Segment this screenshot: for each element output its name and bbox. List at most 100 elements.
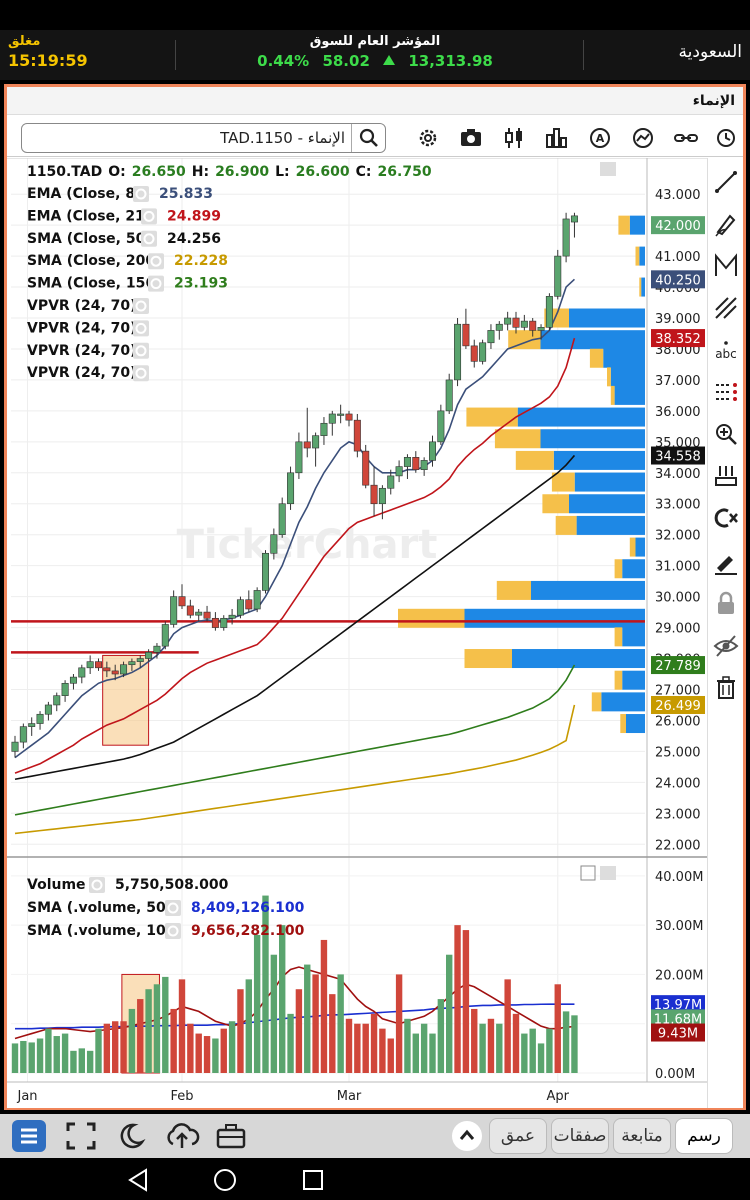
vpvr-bar-down [614,670,623,690]
home-icon[interactable] [214,1169,236,1191]
candle-body [345,413,353,421]
volume-bar [187,1023,194,1073]
candle-body [69,676,77,684]
zoom-button[interactable] [712,420,740,448]
volume-bar [546,1028,553,1073]
volume-bar [237,989,244,1073]
compare-button[interactable] [673,125,699,151]
vpvr-bar-up [614,385,645,405]
price-badge-text: 40.250 [655,273,701,288]
pattern-tool-button[interactable] [712,252,740,280]
up-arrow-icon [383,55,396,65]
pen-tool-button[interactable] [712,210,740,238]
cloud-button[interactable] [164,1120,200,1152]
fullscreen-icon [66,1122,96,1150]
screenshot-button[interactable] [458,125,484,151]
volume-bar [512,1013,520,1073]
edit-button[interactable] [712,548,740,576]
vpvr-bar-down [629,537,636,557]
night-mode-button[interactable] [114,1120,148,1152]
menu-button[interactable] [12,1120,46,1152]
measure-button[interactable] [712,462,740,490]
vpvr-bar-up [603,348,645,368]
volume-bar [86,1050,94,1073]
y-tick-label: 43.000 [655,188,701,203]
c-close-icon [714,508,738,528]
briefcase-icon [216,1124,246,1149]
volume-bar [370,1013,378,1073]
vpvr-bar-down [635,246,640,266]
tab-trades[interactable]: صفقات [551,1118,609,1154]
app-root: مغلق 15:19:59 المؤشر العام للسوق 0.44% 5… [0,0,750,1200]
index-block[interactable]: المؤشر العام للسوق 0.44% 58.02 13,313.98 [190,34,560,70]
search-button[interactable] [351,124,385,152]
time-button[interactable] [713,125,739,151]
volume-bar [345,1018,353,1073]
back-icon[interactable] [128,1168,147,1192]
line-tool-button[interactable] [712,168,740,196]
delete-button[interactable] [712,674,740,702]
settings-button[interactable] [415,125,441,151]
price-chart[interactable]: TickerChart 43.00042.00041.00040.00039.0… [7,157,707,1108]
candle-body [36,713,44,724]
x-tick-label: Jan [17,1089,38,1104]
price-badge-text: 34.558 [655,450,701,465]
lock-button[interactable] [712,590,740,618]
search-icon [359,128,378,147]
volume-bar [354,1023,361,1073]
volume-bar [128,1008,136,1073]
candle-body [53,695,61,706]
price-badge-text: 42.000 [655,219,701,234]
fib-tool-button[interactable] [712,378,740,406]
fork-tool-button[interactable] [712,294,740,322]
volume-bar [20,1040,27,1073]
trend-button[interactable] [630,125,656,151]
market-country[interactable]: السعودية [679,42,742,62]
indicators-button[interactable] [544,125,570,151]
recents-icon[interactable] [303,1170,323,1190]
candle-body [19,726,27,743]
candle-body [220,617,228,628]
candle-body [236,599,244,616]
vpvr-bar-down [542,494,569,514]
symbol-search-input[interactable]: TAD.1150 - الإنماء [21,123,386,153]
volume-bar [312,974,319,1073]
candle-body [211,617,219,628]
vpvr-bar-down [398,608,465,628]
volume-bar [537,1043,545,1073]
tab-depth[interactable]: عمق [489,1118,547,1154]
candle-body [161,624,169,647]
candle-body [470,345,478,362]
y-tick-label: 32.000 [655,529,701,544]
portfolio-button[interactable] [214,1120,248,1152]
volume-bar [504,979,511,1073]
vpvr-bar-down [464,649,512,669]
chart-area[interactable]: TickerChart 43.00042.00041.00040.00039.0… [7,157,707,1108]
remove-tool-button[interactable] [712,504,740,532]
y-tick-label: 23.000 [655,807,701,822]
text-tool-button[interactable]: abc [712,336,740,364]
gear-icon [419,129,437,147]
candle-type-button[interactable] [501,125,527,151]
y-tick-label: 24.000 [655,776,701,791]
panel-menu-button [600,162,616,176]
android-nav-bar [0,1158,750,1200]
hide-button[interactable] [712,632,740,660]
candle-body [103,667,111,672]
svg-text:abc: abc [715,347,737,361]
expand-up-button[interactable] [452,1121,482,1151]
vpvr-bar-down [639,277,642,297]
tab-chart[interactable]: رسم [675,1118,733,1154]
candle-body [462,323,470,347]
fullscreen-button[interactable] [64,1120,98,1152]
candle-body [445,379,453,412]
candle-body [287,472,295,505]
volume-bar [95,1028,102,1073]
tab-watch[interactable]: متابعة [613,1118,671,1154]
alerts-button[interactable]: A [587,125,613,151]
volume-bar [521,1033,528,1073]
line-icon [715,171,737,193]
vol-tick-label: 40.00M [655,870,703,885]
symbol-search-value: TAD.1150 - الإنماء [220,129,345,147]
volume-bar [61,1033,69,1073]
